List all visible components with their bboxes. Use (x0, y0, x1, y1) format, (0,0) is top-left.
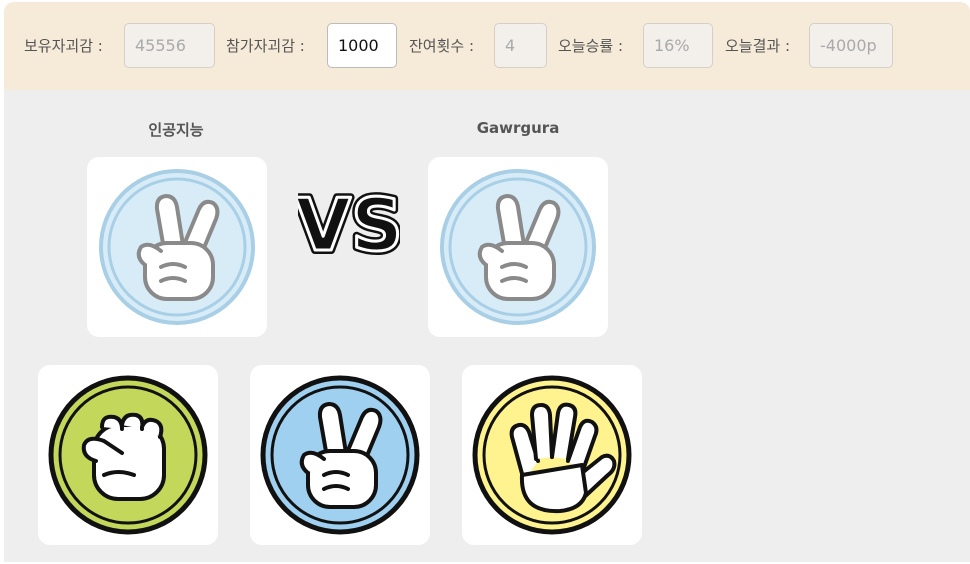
game-panel: 보유자괴감 : 45556 참가자괴감 : 1000 잔여횟수 : 4 오늘승률… (4, 2, 970, 562)
remaining-count-label: 잔여횟수 : (409, 37, 475, 55)
scissors-hand-icon (260, 375, 420, 535)
bet-points-label: 참가자괴감 : (226, 37, 305, 55)
bet-points-input[interactable]: 1000 (327, 23, 397, 68)
owned-points-label: 보유자괴감 : (24, 37, 103, 55)
paper-button[interactable] (462, 365, 642, 545)
paper-hand-icon (472, 375, 632, 535)
vs-icon: VS VS (298, 180, 400, 262)
scissors-hand-icon (440, 169, 596, 325)
rock-fist-icon (48, 375, 208, 535)
opponent-choice-card (428, 157, 608, 337)
player-right-name: Gawrgura (476, 119, 560, 137)
player-left-name: 인공지능 (148, 121, 204, 139)
today-result-label: 오늘결과 : (725, 37, 791, 55)
scissors-button[interactable] (250, 365, 430, 545)
svg-text:VS: VS (298, 183, 400, 262)
ai-choice-card (87, 157, 267, 337)
remaining-count-field: 4 (494, 23, 547, 68)
owned-points-field: 45556 (124, 23, 215, 68)
today-result-field: -4000p (809, 23, 893, 68)
status-bar: 보유자괴감 : 45556 참가자괴감 : 1000 잔여횟수 : 4 오늘승률… (4, 2, 970, 90)
win-rate-field: 16% (643, 23, 713, 68)
scissors-hand-icon (99, 169, 255, 325)
rock-button[interactable] (38, 365, 218, 545)
win-rate-label: 오늘승률 : (558, 37, 624, 55)
